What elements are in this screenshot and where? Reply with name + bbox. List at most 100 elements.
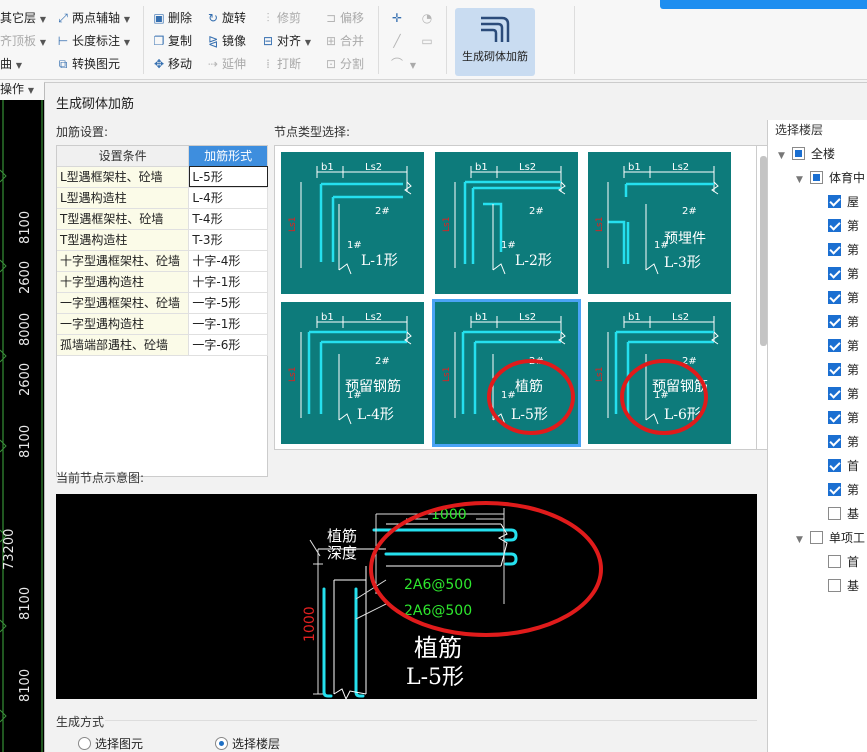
move-button[interactable]: ✥ 移动	[152, 54, 192, 74]
scrollbar-thumb[interactable]	[760, 156, 767, 346]
table-row[interactable]: T型遇构造柱 T-3形	[57, 229, 268, 251]
floor-checkbox[interactable]	[828, 363, 841, 376]
cad-dimension-text: 8100	[18, 586, 33, 620]
radio-label: 选择图元	[95, 737, 144, 751]
floor-tree-item[interactable]: 首	[814, 551, 859, 573]
column-header-condition: 设置条件	[57, 146, 190, 167]
floor-checkbox[interactable]	[828, 267, 841, 280]
split-button[interactable]: ⊡ 分割	[324, 54, 364, 74]
floor-label: 第	[847, 291, 860, 305]
table-row[interactable]: L型遇框架柱、砼墙 L-5形	[57, 166, 268, 188]
rebar-form-cell[interactable]: 一字-6形	[188, 334, 268, 356]
merge-button[interactable]: ⊞ 合并	[324, 31, 364, 51]
length-dimension-button[interactable]: ⊢ 长度标注 ▼	[56, 31, 130, 51]
floor-tree-item[interactable]: 基	[814, 503, 859, 525]
floor-checkbox[interactable]	[792, 147, 805, 160]
floor-tree-item[interactable]: 第	[814, 407, 859, 429]
other-layer-dropdown[interactable]: 其它层 ▼	[0, 8, 46, 28]
floor-label: 屋	[847, 195, 860, 209]
floor-tree-item[interactable]: ▼ 全楼	[778, 143, 835, 165]
floor-tree-item[interactable]: 第	[814, 215, 859, 237]
cad-canvas[interactable]: 8100 2600 8000 2600 8100 73200 8100 8100	[0, 100, 44, 752]
floor-checkbox[interactable]	[828, 387, 841, 400]
chevron-down-icon[interactable]: ▼	[796, 169, 806, 191]
rebar-form-cell[interactable]: 十字-1形	[188, 271, 268, 293]
radio-select-element[interactable]: 选择图元	[78, 735, 143, 752]
table-row[interactable]: L型遇构造柱 L-4形	[57, 187, 268, 209]
align-button[interactable]: ⊟ 对齐 ▼	[261, 31, 311, 51]
chevron-down-icon[interactable]: ▼	[778, 145, 788, 167]
floor-checkbox[interactable]	[828, 555, 841, 568]
chevron-down-icon[interactable]: ▼	[796, 529, 806, 551]
floor-checkbox[interactable]	[828, 507, 841, 520]
floor-tree-item[interactable]: 第	[814, 287, 859, 309]
floor-tree-item[interactable]: 第	[814, 383, 859, 405]
floor-tree-item[interactable]: 第	[814, 335, 859, 357]
offset-button[interactable]: ⊐ 偏移	[324, 8, 364, 28]
radio-select-floor[interactable]: 选择楼层	[215, 735, 280, 752]
table-row[interactable]: 十字型遇构造柱 十字-1形	[57, 271, 268, 293]
break-button[interactable]: ⁞ 打断	[261, 54, 301, 74]
rebar-form-cell[interactable]: T-3形	[188, 229, 268, 251]
node-thumbnail[interactable]: b1 Ls2 Ls1 2# 1# L-1形	[281, 152, 424, 294]
two-point-axis-button[interactable]: ⤢ 两点辅轴 ▼	[56, 8, 130, 28]
table-row[interactable]: 孤墙端部遇柱、砼墙 一字-6形	[57, 334, 268, 356]
trim-button[interactable]: ⫶ 修剪	[261, 8, 301, 28]
node-thumbnail[interactable]: b1 Ls2 Ls1 2# 1# 植筋 L-5形	[435, 302, 578, 444]
floor-checkbox[interactable]	[828, 339, 841, 352]
node-thumbnail[interactable]: b1 Ls2 Ls1 2# 1# L-2形	[435, 152, 578, 294]
floor-tree-item[interactable]: 第	[814, 359, 859, 381]
mirror-button[interactable]: ⧎ 镜像	[206, 31, 246, 51]
crosshair-tool-button[interactable]: ✛	[390, 8, 406, 28]
floor-tree-item[interactable]: 屋	[814, 191, 859, 213]
rebar-form-cell[interactable]: 十字-4形	[188, 250, 268, 272]
arc-tool-button[interactable]: ⌒ ▼	[390, 54, 416, 74]
curve-dropdown[interactable]: 曲 ▼	[0, 54, 22, 74]
floor-checkbox[interactable]	[828, 315, 841, 328]
floor-checkbox[interactable]	[810, 531, 823, 544]
extend-button[interactable]: ⇢ 延伸	[206, 54, 246, 74]
delete-button[interactable]: ▣ 删除	[152, 8, 192, 28]
floor-checkbox[interactable]	[828, 459, 841, 472]
node-thumbnail[interactable]: b1 Ls2 Ls1 2# 1# 预留钢筋 L-6形	[588, 302, 731, 444]
table-row[interactable]: T型遇框架柱、砼墙 T-4形	[57, 208, 268, 230]
dial-tool-button[interactable]: ◔	[420, 8, 436, 28]
floor-checkbox[interactable]	[828, 483, 841, 496]
floor-tree-item[interactable]: 第	[814, 311, 859, 333]
floor-tree-item[interactable]: 第	[814, 239, 859, 261]
floor-checkbox[interactable]	[828, 291, 841, 304]
table-row[interactable]: 十字型遇框架柱、砼墙 十字-4形	[57, 250, 268, 272]
line-tool-button[interactable]: ╱	[390, 31, 406, 51]
rectangle-tool-button[interactable]: ▭	[420, 31, 436, 51]
table-row[interactable]: 一字型遇构造柱 一字-1形	[57, 313, 268, 335]
copy-button[interactable]: ❐ 复制	[152, 31, 192, 51]
rebar-form-cell[interactable]: T-4形	[188, 208, 268, 230]
floor-checkbox[interactable]	[828, 219, 841, 232]
operation-menu[interactable]: 操作 ▼	[0, 80, 44, 100]
floor-checkbox[interactable]	[828, 243, 841, 256]
flush-slab-dropdown[interactable]: 齐顶板 ▼	[0, 31, 46, 51]
floor-tree-item[interactable]: ▼ 单项工	[796, 527, 865, 549]
table-row[interactable]: 一字型遇框架柱、砼墙 一字-5形	[57, 292, 268, 314]
toolbar-separator	[446, 6, 447, 74]
floor-tree-item[interactable]: 第	[814, 431, 859, 453]
floor-tree-item[interactable]: 第	[814, 479, 859, 501]
floor-checkbox[interactable]	[828, 435, 841, 448]
generate-masonry-rebar-button[interactable]: 生成砌体加筋	[455, 8, 535, 76]
floor-checkbox[interactable]	[828, 195, 841, 208]
rebar-form-cell[interactable]: 一字-1形	[188, 313, 268, 335]
rebar-form-cell[interactable]: L-5形	[188, 166, 268, 188]
rotate-button[interactable]: ↻ 旋转	[206, 8, 246, 28]
node-thumbnail[interactable]: b1 Ls2 Ls1 2# 1# 预埋件 L-3形	[588, 152, 731, 294]
node-thumbnail[interactable]: b1 Ls2 Ls1 2# 1# 预留钢筋 L-4形	[281, 302, 424, 444]
floor-tree-item[interactable]: 首	[814, 455, 859, 477]
floor-tree-item[interactable]: 第	[814, 263, 859, 285]
rebar-form-cell[interactable]: 一字-5形	[188, 292, 268, 314]
rebar-form-cell[interactable]: L-4形	[188, 187, 268, 209]
floor-checkbox[interactable]	[828, 579, 841, 592]
convert-element-button[interactable]: ⧉ 转换图元	[56, 54, 120, 74]
floor-checkbox[interactable]	[810, 171, 823, 184]
floor-checkbox[interactable]	[828, 411, 841, 424]
floor-tree-item[interactable]: 基	[814, 575, 859, 597]
floor-tree-item[interactable]: ▼ 体育中	[796, 167, 865, 189]
